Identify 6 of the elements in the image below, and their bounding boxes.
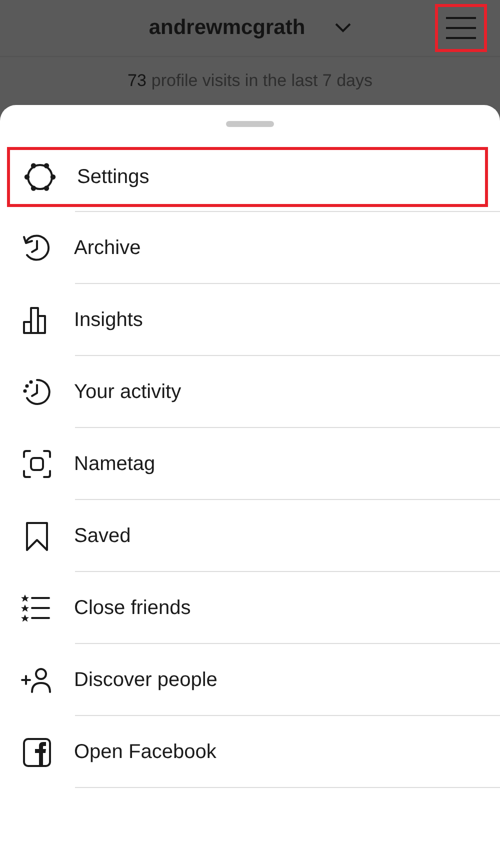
menu-button[interactable] xyxy=(435,4,487,52)
drag-handle[interactable] xyxy=(226,121,274,127)
visit-count: 73 xyxy=(127,71,146,91)
chevron-down-icon[interactable] xyxy=(335,23,352,33)
menu-icon xyxy=(446,16,476,40)
menu-item[interactable]: Settings xyxy=(7,147,488,207)
